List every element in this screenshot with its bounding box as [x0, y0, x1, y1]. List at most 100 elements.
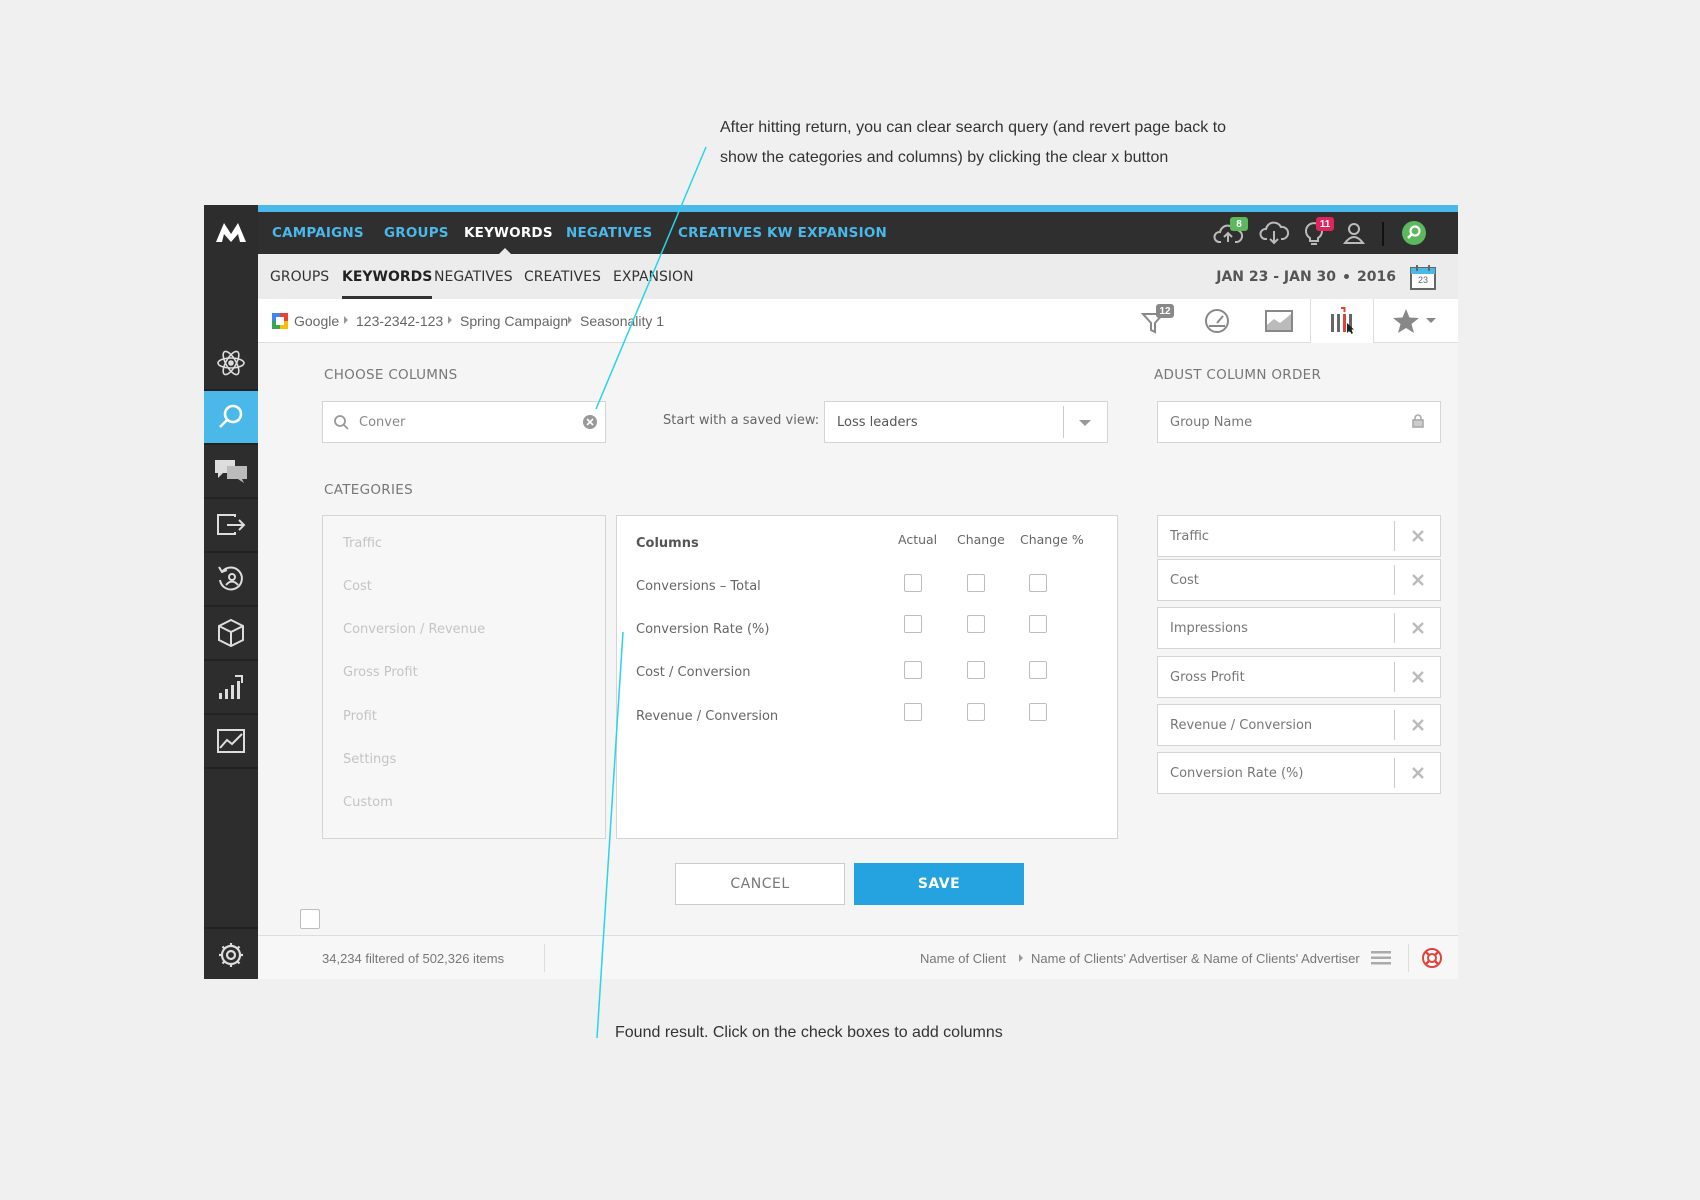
sidebar-item-products[interactable] [204, 607, 258, 661]
checkbox-actual[interactable] [904, 615, 922, 633]
menu-button[interactable] [1371, 951, 1391, 965]
categories-list: Traffic Cost Conversion / Revenue Gross … [322, 515, 606, 839]
logo-icon[interactable] [204, 205, 258, 259]
footer-advertiser[interactable]: Name of Clients' Advertiser & Name of Cl… [1031, 936, 1360, 979]
remove-column-button[interactable] [1395, 657, 1440, 697]
cloud-download-icon [1259, 221, 1289, 245]
line-chart-icon [217, 729, 245, 753]
gauge-view-button[interactable] [1186, 299, 1248, 342]
cancel-button[interactable]: CANCEL [675, 863, 845, 905]
select-all-checkbox[interactable] [300, 909, 320, 929]
sub-nav-expansion[interactable]: EXPANSION [613, 254, 694, 299]
order-item[interactable]: Revenue / Conversion [1157, 704, 1441, 746]
remove-column-button[interactable] [1395, 608, 1440, 648]
checkbox-change[interactable] [967, 661, 985, 679]
order-item-label: Traffic [1170, 528, 1210, 544]
checkbox-change-pct[interactable] [1029, 615, 1047, 633]
sidebar-item-history[interactable] [204, 553, 258, 607]
remove-column-button[interactable] [1395, 705, 1440, 745]
sidebar-item-export[interactable] [204, 499, 258, 553]
breadcrumb-account[interactable]: 123-2342-123 [356, 299, 443, 342]
order-item[interactable]: Traffic [1157, 515, 1441, 557]
calendar-button[interactable]: 23 [1410, 264, 1436, 290]
calendar-day: 23 [1417, 275, 1428, 285]
category-item[interactable]: Gross Profit [343, 665, 418, 680]
remove-column-button[interactable] [1395, 560, 1440, 600]
locked-column-label: Group Name [1170, 414, 1253, 430]
sub-nav-keywords[interactable]: KEYWORDS [342, 254, 433, 299]
category-item[interactable]: Custom [343, 795, 393, 810]
star-icon [1393, 308, 1419, 333]
chart-view-button[interactable] [1248, 299, 1310, 342]
export-icon [217, 514, 246, 535]
footer-client[interactable]: Name of Client [920, 936, 1006, 979]
top-nav-campaigns[interactable]: CAMPAIGNS [272, 212, 364, 254]
top-nav-groups[interactable]: GROUPS [384, 212, 449, 254]
filter-button[interactable]: 12 [1124, 299, 1186, 342]
sub-nav-creatives[interactable]: CREATIVES [524, 254, 601, 299]
saved-view-select[interactable]: Loss leaders [824, 401, 1108, 443]
lock-icon [1412, 414, 1424, 428]
remove-column-button[interactable] [1395, 516, 1440, 556]
columns-view-button[interactable] [1310, 299, 1374, 343]
category-item[interactable]: Settings [343, 752, 396, 767]
order-item[interactable]: Impressions [1157, 607, 1441, 649]
remove-column-button[interactable] [1395, 753, 1440, 793]
checkbox-actual[interactable] [904, 574, 922, 592]
change-pct-header: Change % [1020, 532, 1084, 547]
checkbox-actual[interactable] [904, 661, 922, 679]
top-nav-negatives[interactable]: NEGATIVES [566, 212, 652, 254]
hamburger-icon [1371, 951, 1391, 965]
sidebar-item-atom[interactable] [204, 337, 258, 391]
checkbox-change[interactable] [967, 615, 985, 633]
search-icon [1402, 221, 1426, 245]
favorites-dropdown[interactable] [1372, 299, 1456, 342]
checkbox-change-pct[interactable] [1029, 661, 1047, 679]
column-search-box[interactable] [322, 401, 606, 443]
breadcrumb-group[interactable]: Seasonality 1 [580, 299, 664, 342]
order-item[interactable]: Conversion Rate (%) [1157, 752, 1441, 794]
top-nav-kw-expansion[interactable]: KW EXPANSION [767, 212, 887, 254]
breadcrumb-google[interactable]: Google [294, 299, 339, 342]
cloud-download-button[interactable] [1258, 217, 1290, 249]
gauge-icon [1205, 308, 1229, 333]
checkbox-change-pct[interactable] [1029, 703, 1047, 721]
checkbox-change[interactable] [967, 703, 985, 721]
user-history-icon [218, 566, 243, 591]
date-range[interactable]: JAN 23 - JAN 30 2016 [1216, 254, 1396, 299]
global-search-button[interactable] [1398, 217, 1430, 249]
order-item-label: Gross Profit [1170, 669, 1245, 685]
category-item[interactable]: Conversion / Revenue [343, 622, 485, 637]
order-item[interactable]: Gross Profit [1157, 656, 1441, 698]
clear-search-button[interactable] [583, 415, 597, 429]
sidebar-item-messages[interactable] [204, 445, 258, 499]
sidebar-item-search[interactable] [204, 391, 258, 445]
user-button[interactable] [1338, 217, 1370, 249]
help-button[interactable] [1422, 948, 1442, 968]
footer-divider [544, 944, 545, 972]
top-nav-creatives[interactable]: CREATIVES [678, 212, 762, 254]
column-search-input[interactable] [359, 412, 559, 432]
close-icon [586, 418, 594, 426]
sidebar-item-settings[interactable] [204, 927, 258, 979]
checkbox-change-pct[interactable] [1029, 574, 1047, 592]
checkbox-change[interactable] [967, 574, 985, 592]
sidebar-item-signal[interactable] [204, 661, 258, 715]
categories-title: CATEGORIES [324, 482, 413, 498]
close-icon [1411, 530, 1424, 542]
sub-nav-groups[interactable]: GROUPS [270, 254, 329, 299]
alerts-button[interactable]: 11 [1298, 217, 1334, 249]
breadcrumb-separator [568, 316, 572, 324]
breadcrumb-campaign[interactable]: Spring Campaign [460, 299, 568, 342]
category-item[interactable]: Traffic [343, 536, 382, 551]
save-button[interactable]: SAVE [854, 863, 1024, 905]
order-item[interactable]: Cost [1157, 559, 1441, 601]
checkbox-actual[interactable] [904, 703, 922, 721]
category-item[interactable]: Cost [343, 579, 372, 594]
sidebar-item-charts[interactable] [204, 715, 258, 769]
breadcrumb-separator [448, 316, 452, 324]
breadcrumb-separator [344, 316, 348, 324]
cloud-upload-button[interactable]: 8 [1212, 217, 1248, 249]
sub-nav-negatives[interactable]: NEGATIVES [434, 254, 513, 299]
category-item[interactable]: Profit [343, 709, 377, 724]
